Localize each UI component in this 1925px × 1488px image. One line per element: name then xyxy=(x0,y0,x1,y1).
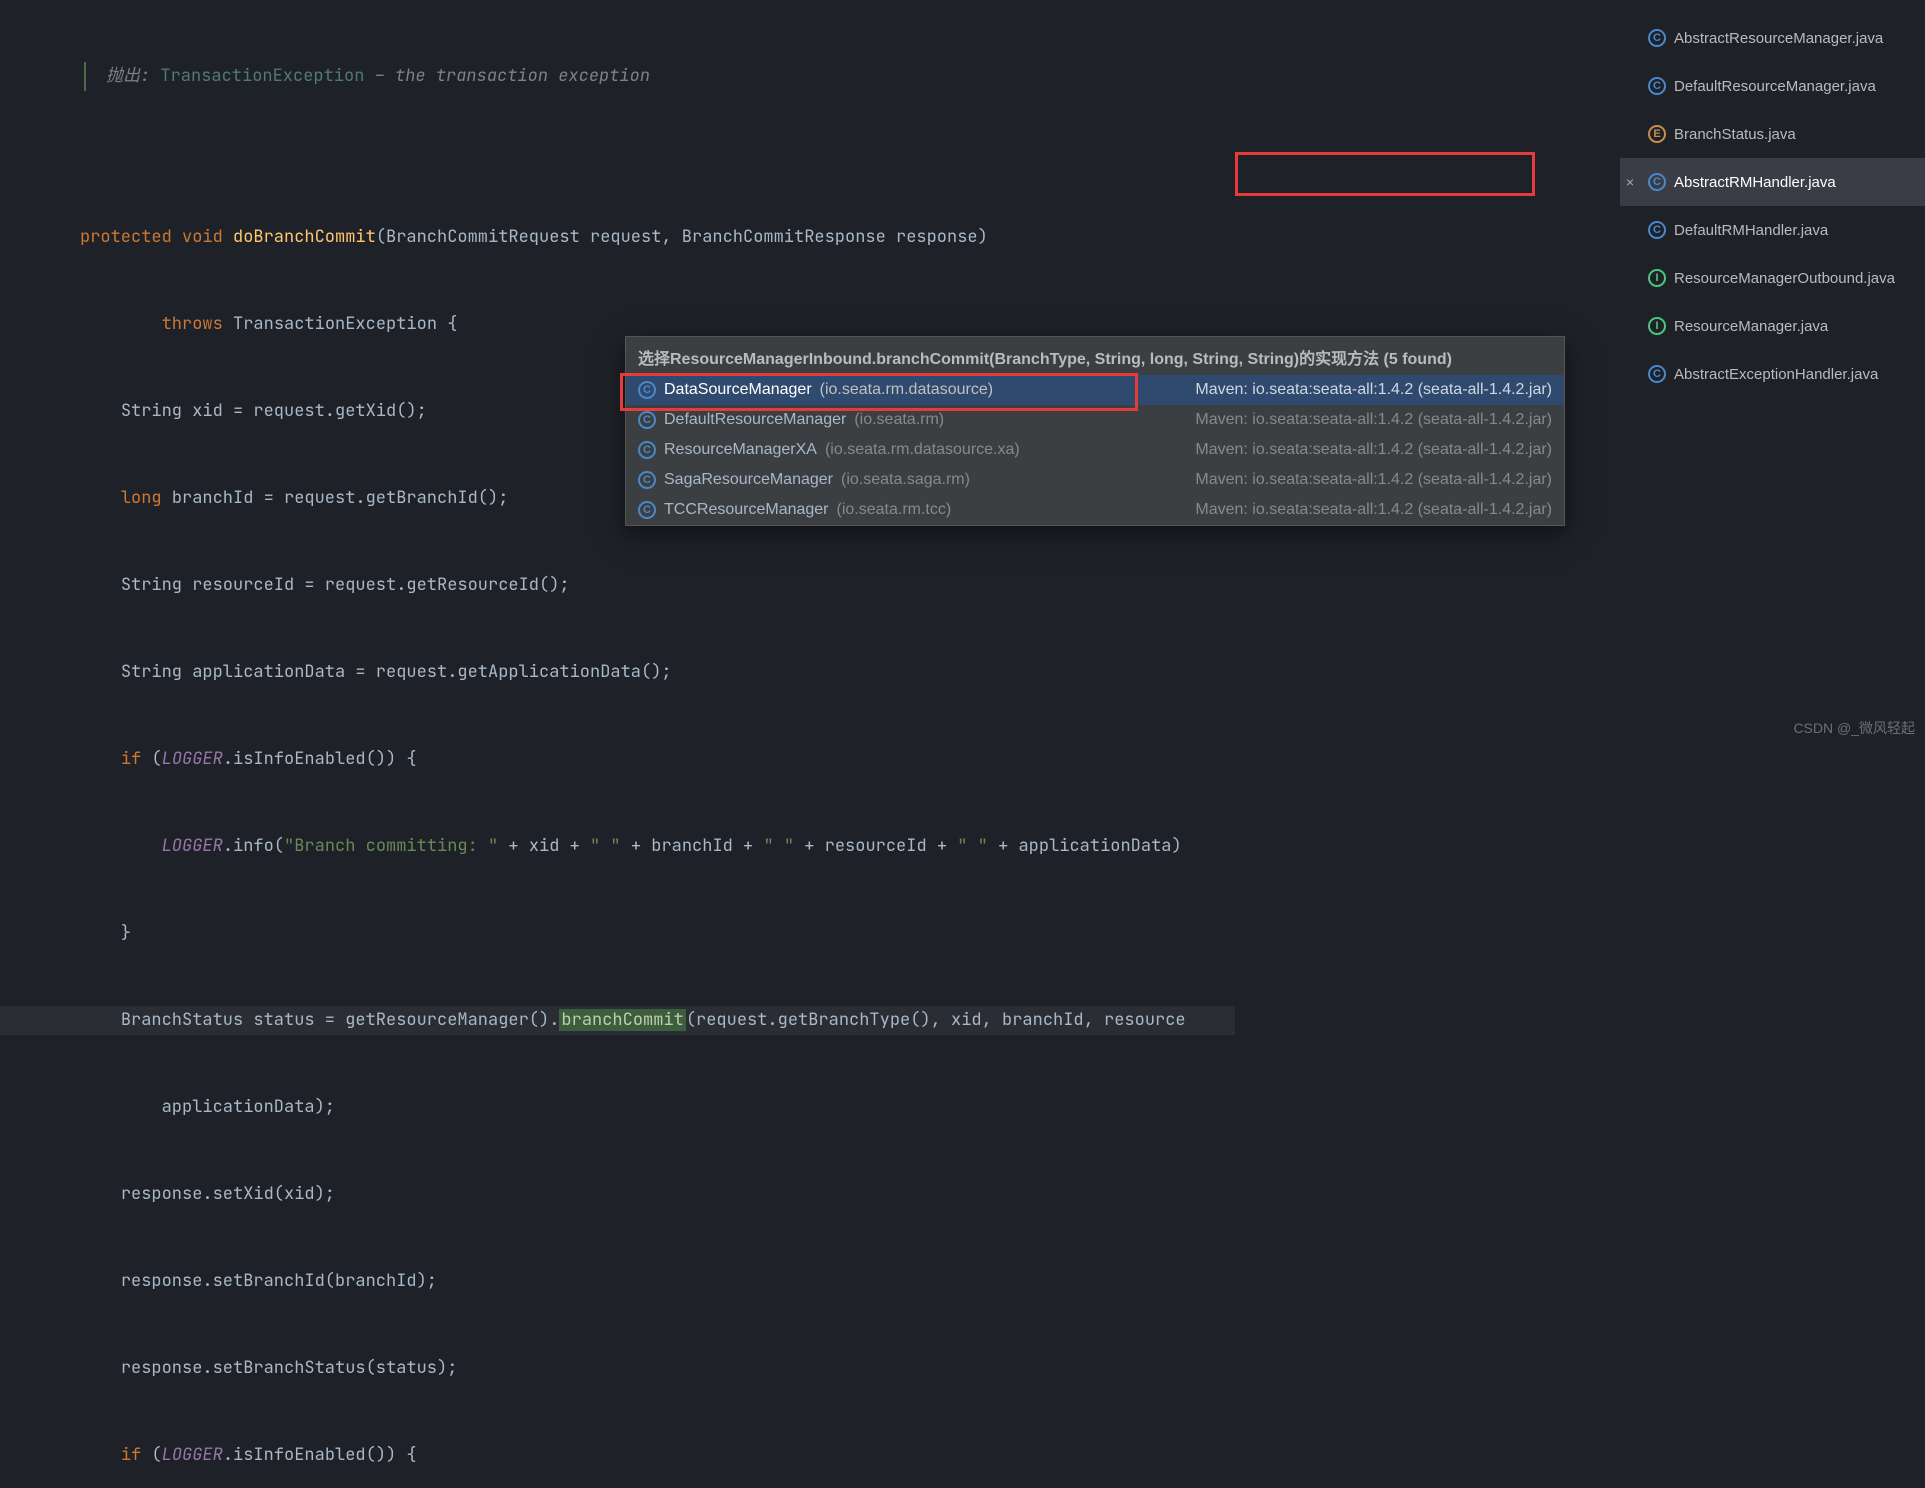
branch-commit-token: branchCommit xyxy=(559,1009,685,1031)
implementations-popup[interactable]: 选择ResourceManagerInbound.branchCommit(Br… xyxy=(625,336,1565,526)
file-tab[interactable]: C DefaultResourceManager.java xyxy=(1620,62,1925,110)
package-name: (io.seata.rm.datasource) xyxy=(820,381,993,399)
maven-source: Maven: io.seata:seata-all:1.4.2 (seata-a… xyxy=(1195,501,1552,519)
maven-source: Maven: io.seata:seata-all:1.4.2 (seata-a… xyxy=(1195,411,1552,429)
file-name: AbstractResourceManager.java xyxy=(1674,30,1883,47)
class-icon: C xyxy=(638,501,656,519)
file-name: BranchStatus.java xyxy=(1674,126,1796,143)
code-line: String applicationData = request.getAppl… xyxy=(0,658,1235,687)
class-name: DefaultResourceManager xyxy=(664,411,846,429)
code-line: protected void doBranchCommit(BranchComm… xyxy=(0,223,1235,252)
file-tab[interactable]: × C AbstractRMHandler.java xyxy=(1620,158,1925,206)
interface-icon: I xyxy=(1648,269,1666,287)
file-tab[interactable]: C AbstractExceptionHandler.java xyxy=(1620,350,1925,398)
implementation-option[interactable]: C SagaResourceManager (io.seata.saga.rm) M… xyxy=(626,465,1564,495)
code-line: LOGGER.info("Branch committing: " + xid … xyxy=(0,832,1235,861)
file-tab[interactable]: C AbstractResourceManager.java xyxy=(1620,14,1925,62)
code-line: response.setBranchStatus(status); xyxy=(0,1354,1235,1383)
implementation-option[interactable]: C TCCResourceManager (io.seata.rm.tcc) Mav… xyxy=(626,495,1564,525)
interface-icon: I xyxy=(1648,317,1666,335)
file-name: ResourceManager.java xyxy=(1674,318,1828,335)
class-icon: C xyxy=(1648,29,1666,47)
file-name: AbstractExceptionHandler.java xyxy=(1674,366,1878,383)
class-icon: C xyxy=(638,411,656,429)
watermark: CSDN @_微风轻起 xyxy=(1793,718,1915,738)
package-name: (io.seata.rm) xyxy=(854,411,944,429)
file-tab[interactable]: E BranchStatus.java xyxy=(1620,110,1925,158)
open-files-list: C AbstractResourceManager.java C DefaultRes… xyxy=(1620,0,1925,744)
class-icon: C xyxy=(1648,173,1666,191)
package-name: (io.seata.rm.datasource.xa) xyxy=(825,441,1020,459)
file-tab[interactable]: I ResourceManagerOutbound.java xyxy=(1620,254,1925,302)
annotation-box xyxy=(1235,152,1535,196)
code-line-highlighted: BranchStatus status = getResourceManager… xyxy=(0,1006,1235,1035)
code-line: throws TransactionException { xyxy=(0,310,1235,339)
file-name: AbstractRMHandler.java xyxy=(1674,174,1836,191)
maven-source: Maven: io.seata:seata-all:1.4.2 (seata-a… xyxy=(1195,381,1552,399)
package-name: (io.seata.saga.rm) xyxy=(841,471,970,489)
maven-source: Maven: io.seata:seata-all:1.4.2 (seata-a… xyxy=(1195,441,1552,459)
maven-source: Maven: io.seata:seata-all:1.4.2 (seata-a… xyxy=(1195,471,1552,489)
package-name: (io.seata.rm.tcc) xyxy=(837,501,952,519)
class-name: DataSourceManager xyxy=(664,381,812,399)
code-line: String resourceId = request.getResourceI… xyxy=(0,571,1235,600)
close-icon[interactable]: × xyxy=(1626,174,1634,190)
class-icon: C xyxy=(638,441,656,459)
class-name: TCCResourceManager xyxy=(664,501,829,519)
class-icon: C xyxy=(1648,77,1666,95)
file-name: DefaultResourceManager.java xyxy=(1674,78,1876,95)
code-line: response.setXid(xid); xyxy=(0,1180,1235,1209)
enum-icon: E xyxy=(1648,125,1666,143)
javadoc-line: 抛出: TransactionException – the transacti… xyxy=(84,62,1235,91)
class-name: SagaResourceManager xyxy=(664,471,833,489)
implementation-option[interactable]: C DefaultResourceManager (io.seata.rm) Mav… xyxy=(626,405,1564,435)
file-tab[interactable]: I ResourceManager.java xyxy=(1620,302,1925,350)
implementation-option[interactable]: C DataSourceManager (io.seata.rm.datasour… xyxy=(626,375,1564,405)
implementation-option[interactable]: C ResourceManagerXA (io.seata.rm.datasour… xyxy=(626,435,1564,465)
class-icon: C xyxy=(1648,365,1666,383)
class-icon: C xyxy=(638,471,656,489)
code-line: response.setBranchId(branchId); xyxy=(0,1267,1235,1296)
code-line: } xyxy=(0,919,1235,948)
file-name: ResourceManagerOutbound.java xyxy=(1674,270,1895,287)
file-tab[interactable]: C DefaultRMHandler.java xyxy=(1620,206,1925,254)
class-name: ResourceManagerXA xyxy=(664,441,817,459)
file-name: DefaultRMHandler.java xyxy=(1674,222,1828,239)
class-icon: C xyxy=(1648,221,1666,239)
code-line: if (LOGGER.isInfoEnabled()) { xyxy=(0,1441,1235,1470)
code-line: applicationData); xyxy=(0,1093,1235,1122)
popup-title: 选择ResourceManagerInbound.branchCommit(Br… xyxy=(626,337,1564,375)
code-line: if (LOGGER.isInfoEnabled()) { xyxy=(0,745,1235,774)
class-icon: C xyxy=(638,381,656,399)
